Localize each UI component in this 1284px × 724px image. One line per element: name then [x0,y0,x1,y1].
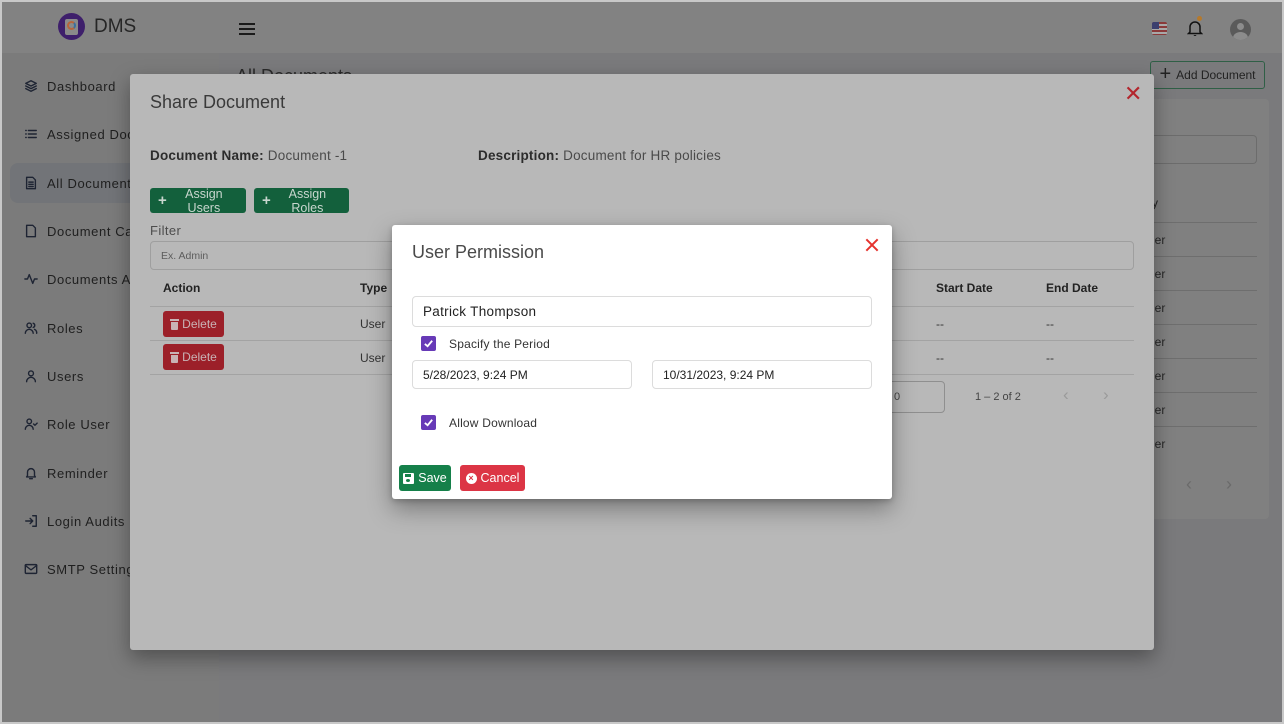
close-icon[interactable]: ✕ [1124,83,1142,105]
chevron-right-icon[interactable]: › [1226,474,1232,495]
table-row[interactable]: ler [1140,392,1257,426]
us-flag-icon[interactable] [1152,22,1167,35]
chevron-left-icon[interactable]: ‹ [1186,474,1192,495]
save-button[interactable]: Save [399,465,451,491]
table-row[interactable]: ler [1140,426,1257,460]
row-type: User [360,317,386,331]
delete-button[interactable]: Delete [163,344,224,370]
check-icon [424,419,433,427]
table-row[interactable]: ler [1140,256,1257,290]
row-end-date: -- [1046,351,1054,365]
table-row[interactable]: ler [1140,222,1257,256]
user-icon [24,369,38,383]
chevron-right-icon[interactable]: › [1103,385,1109,405]
row-type: User [360,351,386,365]
save-icon [403,472,415,484]
times-circle-icon: × [465,472,477,484]
column-header-start-date[interactable]: Start Date [936,281,993,295]
close-icon[interactable] [864,237,880,253]
assign-roles-button[interactable]: + Assign Roles [254,187,349,215]
row-end-date: -- [1046,317,1054,331]
end-date-input[interactable] [652,360,872,389]
file-text-icon [24,176,38,190]
hamburger-icon[interactable] [239,23,255,35]
layers-icon [24,79,38,93]
add-document-button[interactable]: + Add Document [1150,61,1265,89]
row-start-date: -- [936,351,944,365]
specify-period-checkbox[interactable] [421,336,436,351]
row-start-date: -- [936,317,944,331]
app-logo-icon[interactable] [58,13,85,40]
column-header-type: Type [360,281,388,295]
plus-icon: + [262,192,271,209]
user-field[interactable] [412,296,872,327]
log-in-icon [24,514,38,528]
avatar-icon[interactable] [1230,19,1251,40]
sidebar-item-label: SMTP Setting [47,561,135,577]
activity-icon [24,272,38,286]
dialog-title: Share Document [150,92,286,112]
sidebar-item-label: Roles [47,320,84,336]
specify-period-checkbox-row[interactable]: Spacify the Period [421,336,550,351]
start-date-input[interactable] [412,360,632,389]
sidebar-item-label: Reminder [47,465,109,481]
pagination-range: 1 – 2 of 2 [975,391,1021,403]
check-icon [424,340,433,348]
page-size-select[interactable]: 0 [885,381,945,413]
list-icon [24,127,38,141]
bell-icon [24,466,38,480]
user-check-icon [24,417,38,431]
sidebar-item-label: Users [47,368,84,384]
assign-users-button[interactable]: + Assign Users [150,187,246,215]
dialog-title: User Permission [412,242,545,262]
allow-download-label: Allow Download [449,415,538,430]
table-row[interactable]: ler [1140,358,1257,392]
column-header-end-date[interactable]: End Date [1046,281,1098,295]
delete-button[interactable]: Delete [163,311,224,337]
sidebar-item-label: All Documents [47,175,139,191]
cancel-button[interactable]: × Cancel [460,465,525,491]
top-navbar: DMS [0,0,1284,53]
brand-name: DMS [94,16,137,37]
sidebar-item-label: Role User [47,416,111,432]
chevron-left-icon[interactable]: ‹ [1063,385,1069,405]
filter-label: Filter [150,223,182,238]
plus-icon: + [1159,63,1172,85]
column-header-action: Action [163,281,201,295]
document-description: Description: Document for HR policies [478,148,721,163]
plus-icon: + [158,192,167,209]
allow-download-checkbox[interactable] [421,415,436,430]
document-name: Document Name: Document -1 [150,148,348,163]
trash-icon [170,318,180,330]
trash-icon [170,351,180,363]
sidebar-item-label: Dashboard [47,78,116,94]
documents-search-input[interactable] [1140,135,1257,164]
file-icon [24,224,38,238]
users-icon [24,321,38,335]
sidebar-item-label: Login Audits [47,513,126,529]
specify-period-label: Spacify the Period [449,336,550,351]
table-row[interactable]: ler [1140,324,1257,358]
bell-icon[interactable] [1187,19,1203,37]
allow-download-checkbox-row[interactable]: Allow Download [421,415,537,430]
mail-icon [24,562,38,576]
table-row[interactable]: ler [1140,290,1257,324]
user-permission-dialog: User Permission Spacify the Period Allow… [392,225,892,499]
notification-dot [1197,16,1202,21]
